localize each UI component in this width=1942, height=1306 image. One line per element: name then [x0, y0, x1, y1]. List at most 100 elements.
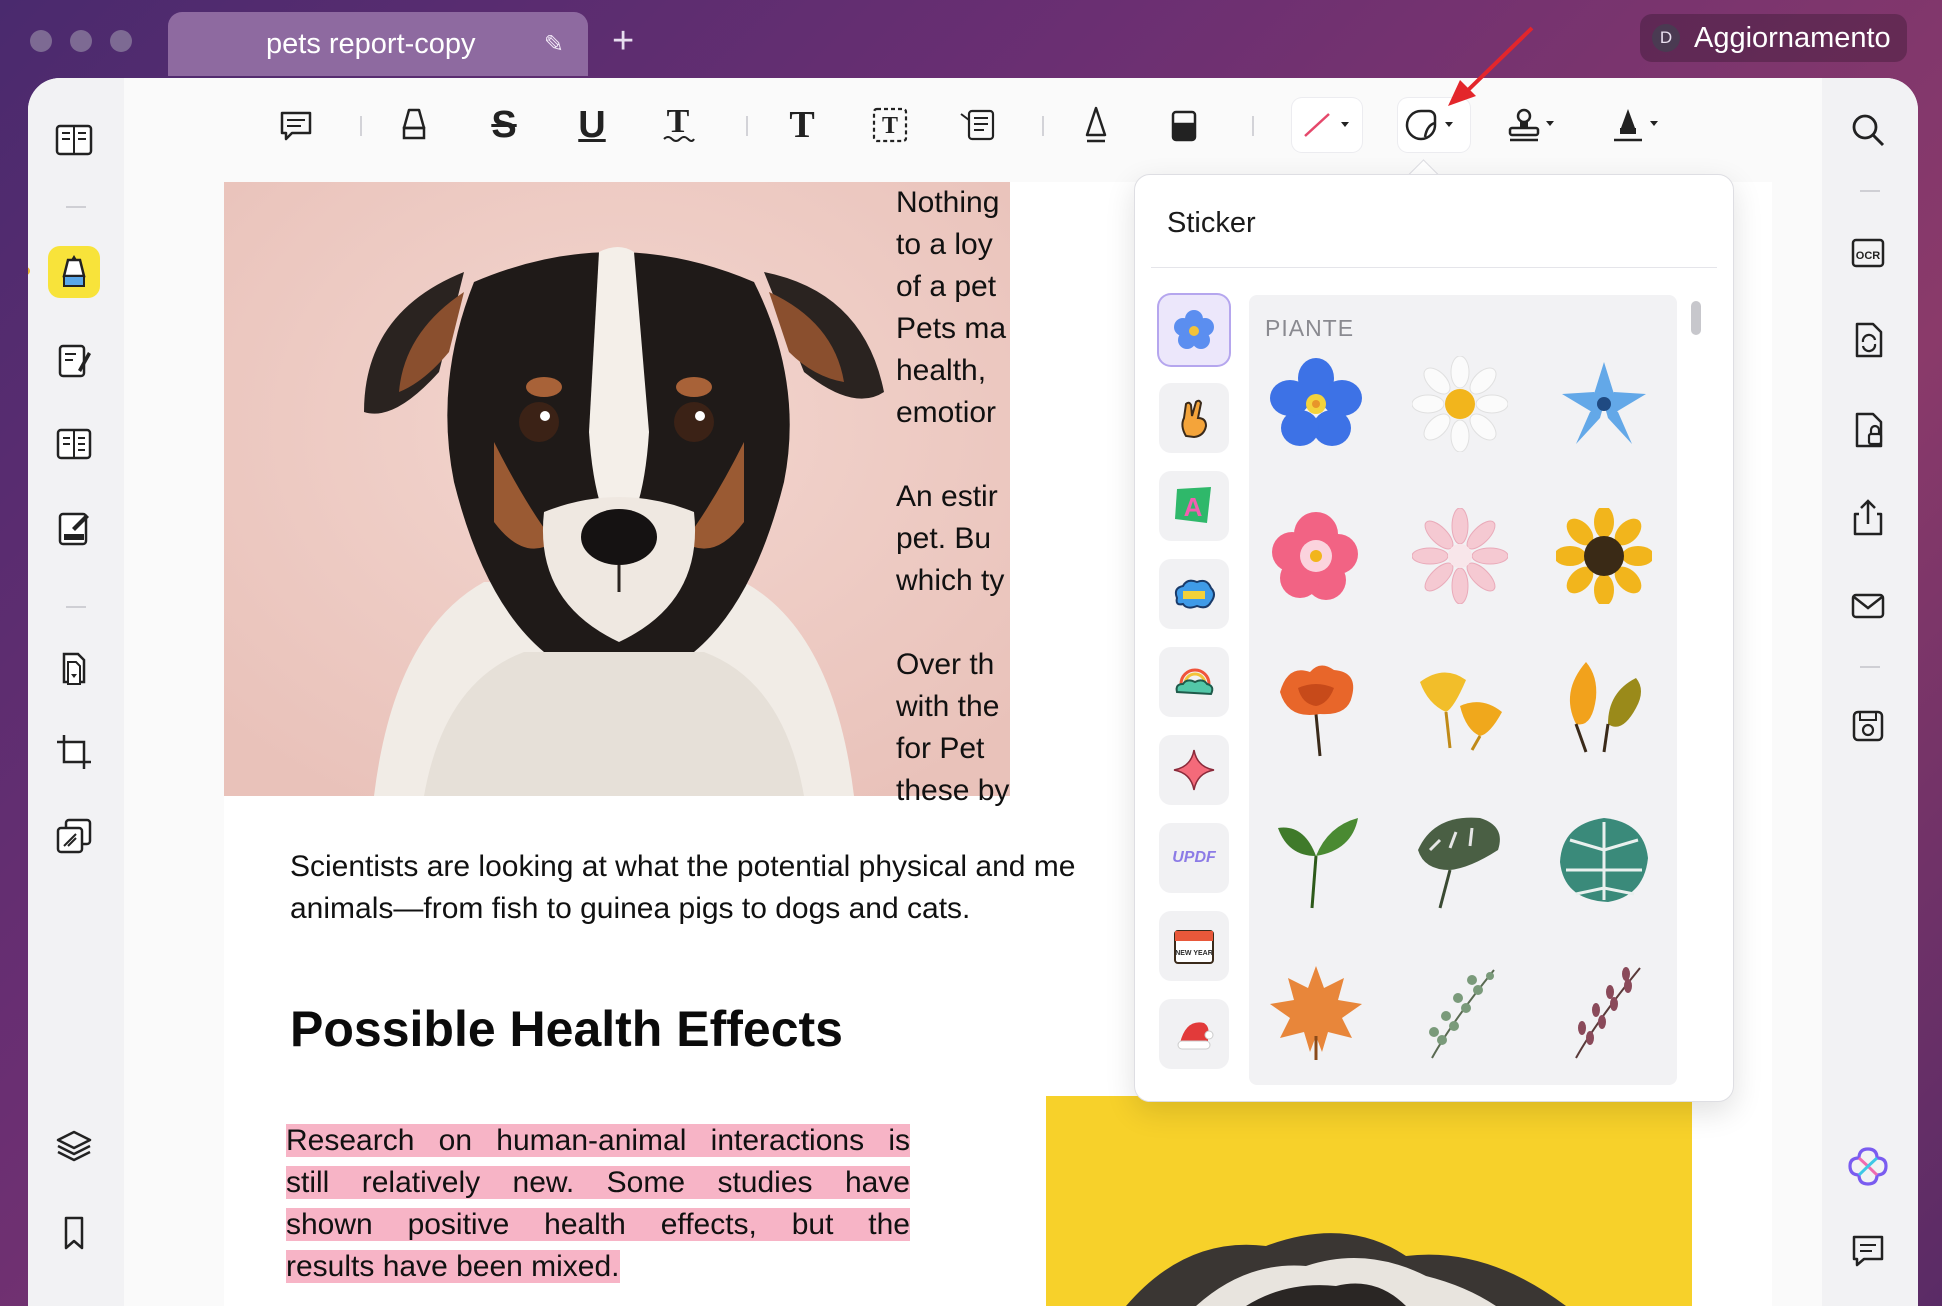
rename-tab-icon[interactable]: ✎ — [544, 30, 564, 59]
highlighted-line: shown positive health effects, but the — [286, 1208, 910, 1241]
svg-text:A: A — [1184, 492, 1203, 522]
minimize-window-button[interactable] — [70, 30, 92, 52]
column-line: Pets ma — [896, 312, 1007, 345]
new-tab-button[interactable]: + — [612, 22, 634, 60]
chat-icon[interactable] — [1842, 1224, 1894, 1276]
sidebar-separator — [1860, 190, 1880, 192]
maximize-window-button[interactable] — [110, 30, 132, 52]
category-letter-a[interactable]: A — [1159, 471, 1229, 541]
eucalyptus-sprig-sticker[interactable] — [1405, 957, 1515, 1067]
avatar: D — [1652, 24, 1680, 52]
organize-pages-icon[interactable] — [48, 418, 100, 470]
close-window-button[interactable] — [30, 30, 52, 52]
toolbar-separator — [360, 116, 362, 136]
autumn-leaves-sticker[interactable] — [1549, 653, 1659, 763]
white-daisy-sticker[interactable] — [1405, 349, 1515, 459]
maple-leaf-sticker[interactable] — [1261, 957, 1371, 1067]
strikethrough-icon[interactable]: S — [480, 98, 528, 152]
annotation-toolbar: S U T T T — [124, 78, 1822, 174]
update-button[interactable]: D Aggiornamento — [1640, 14, 1907, 62]
highlighted-paragraph[interactable]: Research on human-animal interactions is… — [286, 1120, 910, 1288]
column-line: An estir — [896, 480, 998, 513]
monstera-leaf-sticker[interactable] — [1549, 805, 1659, 915]
squiggly-icon[interactable]: T — [654, 98, 702, 152]
category-hand[interactable] — [1159, 383, 1229, 453]
paragraph-line: animals—from fish to guinea pigs to dogs… — [290, 892, 971, 925]
category-updf[interactable]: UPDF — [1159, 823, 1229, 893]
highlighted-line: results have been mixed. — [286, 1250, 620, 1283]
category-sparkle[interactable] — [1159, 735, 1229, 805]
bookmark-icon[interactable] — [48, 1206, 100, 1258]
crop-icon[interactable] — [48, 726, 100, 778]
ai-assistant-icon[interactable] — [1842, 1140, 1894, 1192]
text-icon[interactable]: T — [778, 98, 826, 152]
highlighted-line: Research on human-animal interactions is — [286, 1124, 910, 1157]
email-icon[interactable] — [1842, 580, 1894, 632]
comment-icon[interactable] — [272, 98, 320, 152]
protect-file-icon[interactable] — [1842, 404, 1894, 456]
column-line: for Pet — [896, 732, 985, 765]
column-line: to a loy — [896, 228, 993, 261]
column-line: emotior — [896, 396, 997, 429]
textbox-icon[interactable]: T — [866, 98, 914, 152]
layers-icon[interactable] — [48, 1120, 100, 1172]
pencil-icon[interactable] — [1072, 98, 1120, 152]
green-sprout-sticker[interactable] — [1261, 805, 1371, 915]
sticker-grid-scrollbar[interactable] — [1689, 295, 1703, 1075]
light-blue-flower-sticker[interactable] — [1549, 349, 1659, 459]
left-sidebar — [28, 78, 124, 1306]
sidebar-separator — [66, 606, 86, 608]
text-callout-icon[interactable] — [954, 98, 1002, 152]
category-calendar[interactable]: NEW YEAR — [1159, 911, 1229, 981]
eraser-icon[interactable] — [1160, 98, 1208, 152]
column-line: of a pet — [896, 270, 997, 303]
pink-flower-sticker[interactable] — [1261, 501, 1371, 611]
search-icon[interactable] — [1842, 104, 1894, 156]
fill-sign-icon[interactable] — [48, 502, 100, 554]
sticker-grid-scrollbar-thumb[interactable] — [1691, 301, 1701, 335]
sticker-popup: Sticker A UPDF NEW YEAR PIANTE — [1134, 174, 1734, 1102]
section-heading: Possible Health Effects — [290, 1001, 843, 1057]
convert-file-icon[interactable] — [1842, 314, 1894, 366]
dog-photo — [224, 182, 1010, 796]
column-line: Over th — [896, 648, 995, 681]
pink-gerbera-sticker[interactable] — [1405, 501, 1515, 611]
category-santa-hat[interactable] — [1159, 999, 1229, 1069]
category-cloud-badge[interactable] — [1159, 559, 1229, 629]
updf-label: UPDF — [1172, 849, 1216, 866]
protect-icon[interactable] — [48, 810, 100, 862]
calendar-label: NEW YEAR — [1175, 950, 1213, 957]
document-tab[interactable]: pets report-copy ✎ — [168, 12, 588, 76]
share-icon[interactable] — [1842, 492, 1894, 544]
shape-line-icon[interactable] — [1292, 98, 1362, 152]
convert-icon[interactable] — [48, 642, 100, 694]
reader-icon[interactable] — [48, 114, 100, 166]
ginkgo-leaves-sticker[interactable] — [1405, 653, 1515, 763]
orange-poppy-sticker[interactable] — [1261, 653, 1371, 763]
svg-text:T: T — [882, 113, 898, 139]
category-flower[interactable] — [1159, 295, 1229, 365]
signature-icon[interactable] — [1604, 98, 1672, 152]
underline-icon[interactable]: U — [568, 98, 616, 152]
blue-flower-sticker[interactable] — [1261, 349, 1371, 459]
comment-mode-icon[interactable] — [48, 246, 100, 298]
popup-divider — [1151, 267, 1717, 268]
sunflower-sticker[interactable] — [1549, 501, 1659, 611]
lavender-sprig-sticker[interactable] — [1549, 957, 1659, 1067]
edit-icon[interactable] — [48, 334, 100, 386]
highlight-icon[interactable] — [390, 98, 438, 152]
ocr-icon[interactable]: OCR — [1842, 226, 1894, 278]
sidebar-separator — [1860, 666, 1880, 668]
ocr-label: OCR — [1856, 250, 1881, 262]
body-paragraph: Scientists are looking at what the poten… — [290, 846, 1075, 930]
category-rainbow-cloud[interactable] — [1159, 647, 1229, 717]
sticker-grid: PIANTE — [1249, 295, 1677, 1085]
sidebar-separator — [66, 206, 86, 208]
category-label: PIANTE — [1265, 315, 1355, 341]
right-sidebar: OCR — [1822, 78, 1918, 1306]
paragraph-line: Scientists are looking at what the poten… — [290, 850, 1076, 883]
save-icon[interactable] — [1842, 700, 1894, 752]
tab-title: pets report-copy — [266, 28, 476, 60]
toolbar-separator — [1252, 116, 1254, 136]
monstera-single-sticker[interactable] — [1405, 805, 1515, 915]
